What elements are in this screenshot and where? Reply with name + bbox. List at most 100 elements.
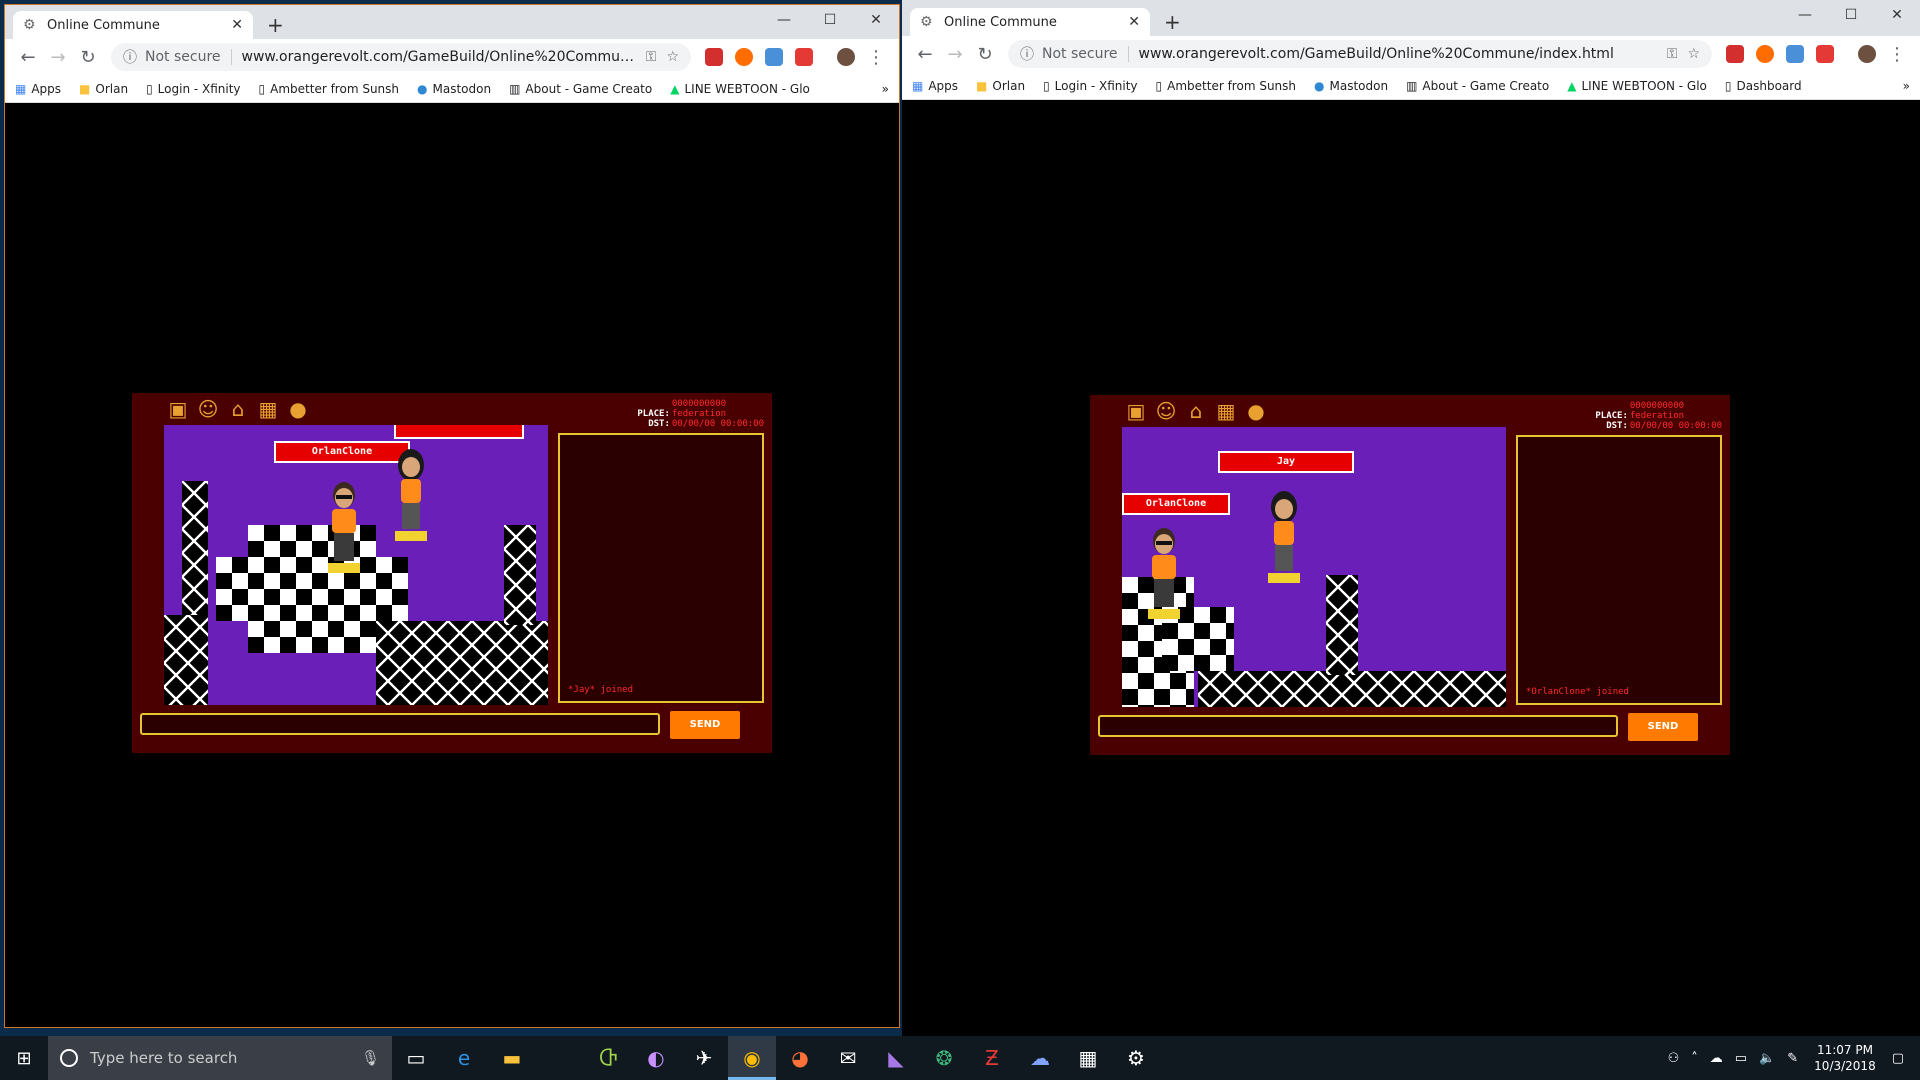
minimize-button[interactable]: — bbox=[761, 5, 807, 35]
maximize-button[interactable]: ☐ bbox=[1828, 0, 1874, 30]
bookmark-mastodon[interactable]: ● Mastodon bbox=[417, 82, 491, 96]
bookmark-orlan[interactable]: ■ Orlan bbox=[976, 79, 1025, 93]
extension-red-icon[interactable] bbox=[1816, 45, 1834, 63]
cookie-icon[interactable]: ● bbox=[1244, 399, 1268, 423]
star-icon[interactable]: ☆ bbox=[1687, 46, 1700, 62]
bookmark-mastodon[interactable]: ● Mastodon bbox=[1314, 79, 1388, 93]
key-icon[interactable]: ⚿ bbox=[646, 49, 657, 65]
extension-red-icon[interactable] bbox=[795, 48, 813, 66]
edge-icon[interactable]: e bbox=[440, 1036, 488, 1080]
address-bar[interactable]: ⓘ Not secure www.orangerevolt.com/GameBu… bbox=[111, 43, 691, 71]
taskbar-app-icon[interactable]: ◐ bbox=[632, 1036, 680, 1080]
avatar-orlanclone[interactable] bbox=[322, 479, 366, 575]
forward-icon[interactable]: → bbox=[43, 47, 73, 68]
close-window-button[interactable]: ✕ bbox=[853, 5, 899, 35]
windows-start-icon[interactable]: ⊞ bbox=[0, 1048, 48, 1069]
send-button[interactable]: SEND bbox=[1628, 713, 1698, 741]
reload-icon[interactable]: ↻ bbox=[73, 47, 103, 68]
bookmark-ambetter[interactable]: ▯ Ambetter from Sunsh bbox=[259, 82, 399, 96]
bookmark-xfinity[interactable]: ▯ Login - Xfinity bbox=[146, 82, 240, 96]
network-icon[interactable]: ▭ bbox=[1735, 1051, 1747, 1066]
people-icon[interactable]: ⚇ bbox=[1668, 1051, 1680, 1066]
info-icon[interactable]: ⓘ bbox=[123, 47, 137, 67]
clock[interactable]: 11:07 PM 10/3/2018 bbox=[1814, 1042, 1876, 1074]
filezilla-icon[interactable]: Ƶ bbox=[968, 1036, 1016, 1080]
bookmarks-overflow-icon[interactable]: » bbox=[882, 82, 889, 96]
send-button[interactable]: SEND bbox=[670, 711, 740, 739]
taskbar-app-icon[interactable]: ✈ bbox=[680, 1036, 728, 1080]
bookmark-webtoon[interactable]: ▲ LINE WEBTOON - Glo bbox=[1567, 79, 1707, 93]
hanger-icon[interactable]: ⌂ bbox=[226, 397, 250, 421]
new-tab-button[interactable]: + bbox=[1164, 10, 1181, 34]
visual-studio-icon[interactable]: ◣ bbox=[872, 1036, 920, 1080]
forward-icon[interactable]: → bbox=[940, 44, 970, 65]
grid-icon[interactable]: ▦ bbox=[1214, 399, 1238, 423]
bookmark-dashboard[interactable]: ▯ Dashboard bbox=[1725, 79, 1802, 93]
back-icon[interactable]: ← bbox=[13, 47, 43, 68]
taskbar-app-icon[interactable]: ☁ bbox=[1016, 1036, 1064, 1080]
url-text[interactable]: www.orangerevolt.com/GameBuild/Online%20… bbox=[242, 49, 636, 65]
info-icon[interactable]: ⓘ bbox=[1020, 44, 1034, 64]
profile-card-icon[interactable]: ▣ bbox=[166, 397, 190, 421]
game-canvas[interactable]: ▣ ☺ ⌂ ▦ ● 0000000000 PLACE: federation DS… bbox=[1090, 395, 1730, 755]
bookmarks-overflow-icon[interactable]: » bbox=[1903, 79, 1910, 93]
profile-card-icon[interactable]: ▣ bbox=[1124, 399, 1148, 423]
bookmark-orlan[interactable]: ■ Orlan bbox=[79, 82, 128, 96]
close-tab-icon[interactable]: ✕ bbox=[1128, 14, 1140, 30]
download-icon[interactable] bbox=[1786, 45, 1804, 63]
bookmark-game-creator[interactable]: ▥ About - Game Creato bbox=[509, 82, 652, 96]
key-icon[interactable]: ⚿ bbox=[1667, 46, 1678, 62]
chrome-icon[interactable]: ◉ bbox=[728, 1036, 776, 1080]
taskbar-app-icon[interactable]: Ⴇ bbox=[584, 1036, 632, 1080]
game-room[interactable]: Jay OrlanClone bbox=[1122, 427, 1506, 707]
avatar-jay[interactable] bbox=[1262, 489, 1306, 585]
bookmark-game-creator[interactable]: ▥ About - Game Creato bbox=[1406, 79, 1549, 93]
mail-icon[interactable]: ✉ bbox=[824, 1036, 872, 1080]
avatar-orlanclone[interactable] bbox=[1142, 525, 1186, 621]
microphone-icon[interactable]: 🎙 bbox=[361, 1049, 380, 1067]
profile-avatar[interactable] bbox=[1858, 45, 1876, 63]
game-room[interactable]: OrlanClone bbox=[164, 425, 548, 705]
grid-icon[interactable]: ▦ bbox=[256, 397, 280, 421]
cookie-icon[interactable]: ● bbox=[286, 397, 310, 421]
chat-input[interactable] bbox=[140, 713, 660, 735]
game-canvas[interactable]: ▣ ☺ ⌂ ▦ ● 0000000000 PLACE: federation DS… bbox=[132, 393, 772, 753]
volume-icon[interactable]: 🔈 bbox=[1759, 1051, 1775, 1066]
bookmark-apps[interactable]: ▦ Apps bbox=[912, 79, 958, 93]
tab-online-commune[interactable]: ⚙ Online Commune ✕ bbox=[13, 11, 253, 39]
avatar-icon[interactable]: ☺ bbox=[196, 397, 220, 421]
new-tab-button[interactable]: + bbox=[267, 13, 284, 37]
file-explorer-icon[interactable]: ▬ bbox=[488, 1036, 536, 1080]
onedrive-icon[interactable]: ☁ bbox=[1710, 1051, 1723, 1066]
download-icon[interactable] bbox=[765, 48, 783, 66]
bookmark-apps[interactable]: ▦ Apps bbox=[15, 82, 61, 96]
chat-input[interactable] bbox=[1098, 715, 1618, 737]
settings-icon[interactable]: ⚙ bbox=[1112, 1036, 1160, 1080]
notifications-icon[interactable]: ▢ bbox=[1892, 1051, 1904, 1066]
task-view-icon[interactable]: ▭ bbox=[392, 1036, 440, 1080]
firefox-icon[interactable]: ◕ bbox=[776, 1036, 824, 1080]
profile-avatar[interactable] bbox=[837, 48, 855, 66]
extension-orange-icon[interactable] bbox=[735, 48, 753, 66]
hanger-icon[interactable]: ⌂ bbox=[1184, 399, 1208, 423]
url-text[interactable]: www.orangerevolt.com/GameBuild/Online%20… bbox=[1139, 46, 1657, 62]
chevron-up-icon[interactable]: ˄ bbox=[1691, 1051, 1698, 1066]
calculator-icon[interactable]: ▦ bbox=[1064, 1036, 1112, 1080]
pen-icon[interactable]: ✎ bbox=[1787, 1051, 1798, 1066]
bookmark-xfinity[interactable]: ▯ Login - Xfinity bbox=[1043, 79, 1137, 93]
close-window-button[interactable]: ✕ bbox=[1874, 0, 1920, 30]
taskbar-app-icon[interactable]: ❂ bbox=[920, 1036, 968, 1080]
menu-icon[interactable]: ⋮ bbox=[1882, 44, 1912, 65]
minimize-button[interactable]: — bbox=[1782, 0, 1828, 30]
avatar-icon[interactable]: ☺ bbox=[1154, 399, 1178, 423]
close-tab-icon[interactable]: ✕ bbox=[231, 17, 243, 33]
adblock-icon[interactable] bbox=[1726, 45, 1744, 63]
reload-icon[interactable]: ↻ bbox=[970, 44, 1000, 65]
bookmark-ambetter[interactable]: ▯ Ambetter from Sunsh bbox=[1156, 79, 1296, 93]
extension-orange-icon[interactable] bbox=[1756, 45, 1774, 63]
bookmark-webtoon[interactable]: ▲ LINE WEBTOON - Glo bbox=[670, 82, 810, 96]
adblock-icon[interactable] bbox=[705, 48, 723, 66]
tab-online-commune[interactable]: ⚙ Online Commune ✕ bbox=[910, 8, 1150, 36]
maximize-button[interactable]: ☐ bbox=[807, 5, 853, 35]
avatar-jay[interactable] bbox=[389, 447, 433, 543]
